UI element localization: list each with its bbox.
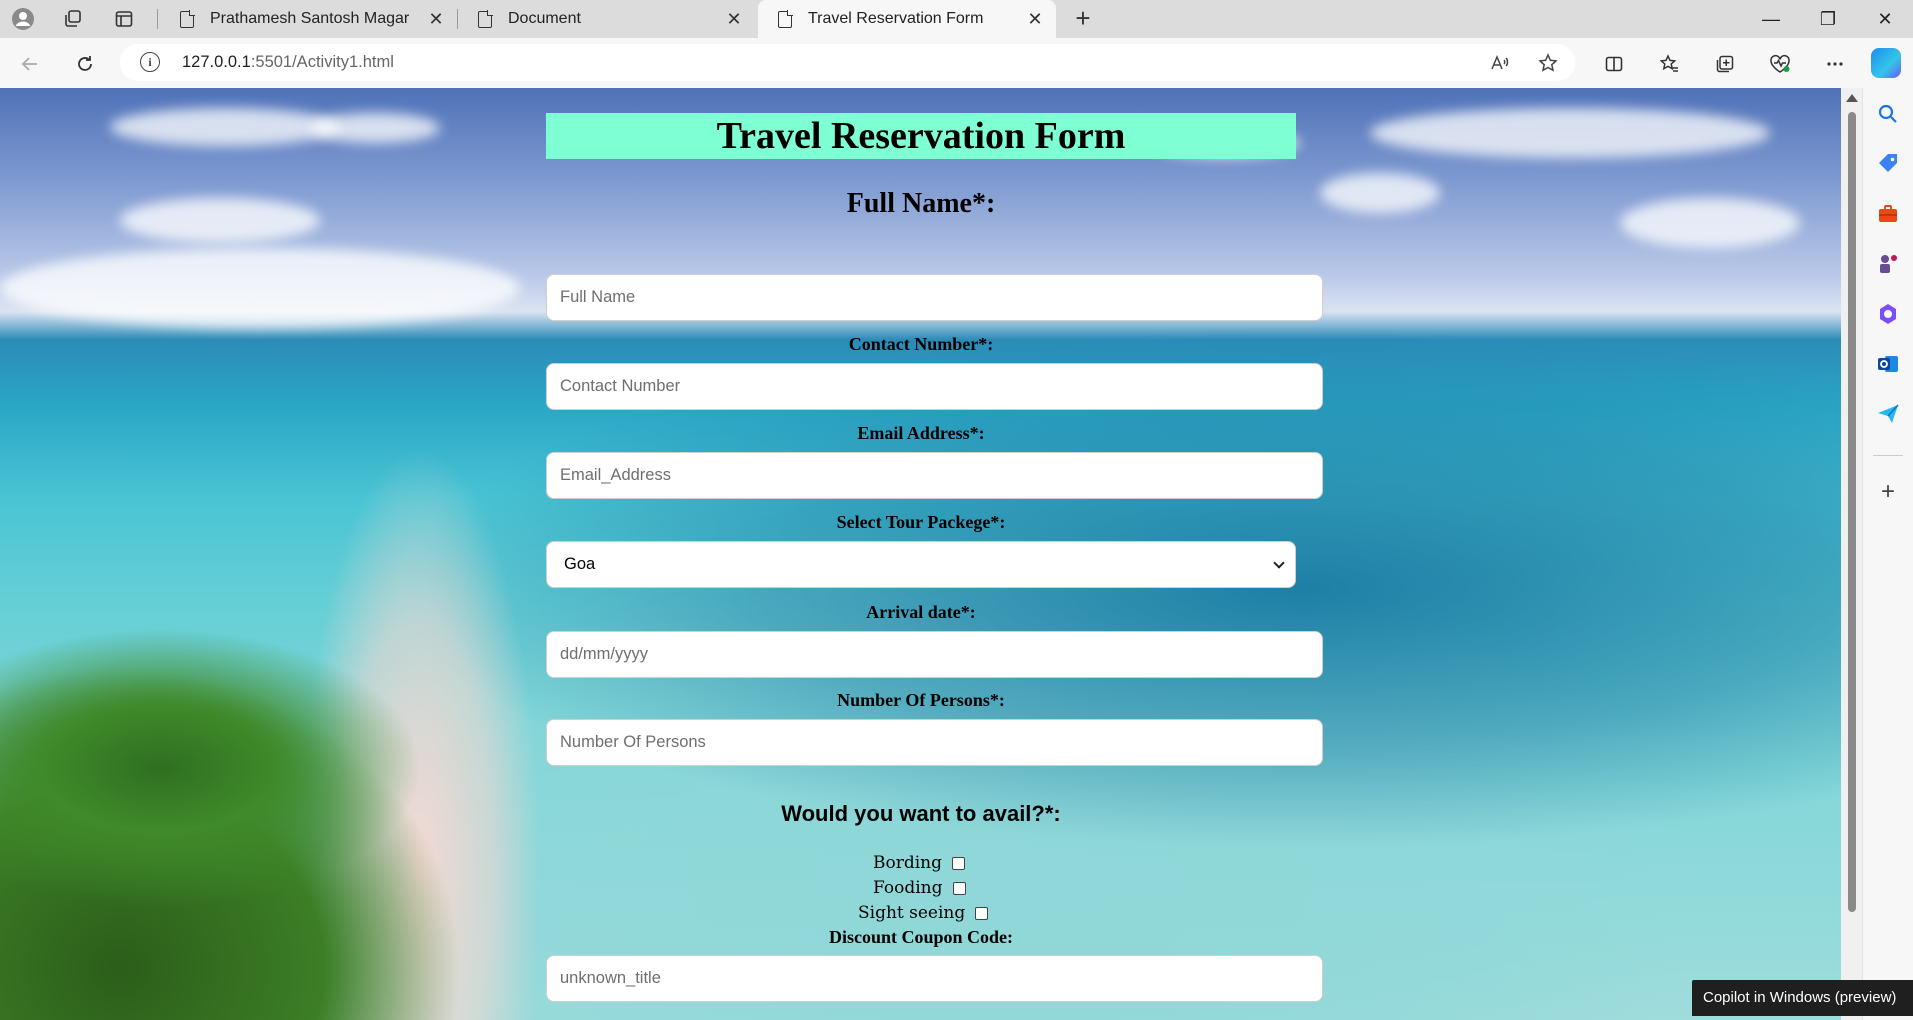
page-scrollbar[interactable] bbox=[1841, 88, 1862, 1020]
maximize-button[interactable]: ❐ bbox=[1800, 0, 1856, 38]
copilot-apps-icon[interactable] bbox=[1876, 302, 1900, 326]
tab-title: Travel Reservation Form bbox=[808, 10, 984, 27]
avail-heading: Would you want to avail?*: bbox=[781, 801, 1061, 826]
tools-briefcase-icon[interactable] bbox=[1876, 202, 1900, 226]
email-label: Email Address*: bbox=[857, 423, 985, 443]
bording-label: Bording bbox=[873, 853, 943, 873]
tab-strip: Prathamesh Santosh Magar ✕ Document ✕ Tr… bbox=[0, 0, 1913, 38]
tab-prathamesh[interactable]: Prathamesh Santosh Magar ✕ bbox=[160, 0, 457, 38]
scroll-thumb[interactable] bbox=[1848, 112, 1856, 912]
outlook-icon[interactable] bbox=[1876, 352, 1900, 376]
page-viewport: Travel Reservation Form Full Name*: Cont… bbox=[0, 88, 1841, 1020]
document-icon bbox=[478, 9, 493, 28]
refresh-icon bbox=[78, 56, 92, 71]
background-cloud bbox=[120, 198, 320, 243]
copilot-icon[interactable] bbox=[1871, 48, 1901, 78]
url-path: :5501/Activity1.html bbox=[250, 53, 394, 71]
bording-option[interactable]: Bording bbox=[873, 852, 966, 874]
tour-package-select[interactable]: Goa bbox=[546, 541, 1296, 588]
address-url[interactable]: 127.0.0.1:5501/Activity1.html bbox=[182, 53, 394, 72]
favorite-star-icon[interactable] bbox=[1535, 50, 1561, 76]
tab-title: Prathamesh Santosh Magar bbox=[210, 10, 410, 27]
scroll-up-arrow-icon[interactable] bbox=[1846, 94, 1858, 102]
browser-essentials-icon[interactable] bbox=[1764, 48, 1796, 80]
refresh-button[interactable] bbox=[69, 48, 101, 80]
back-arrow-icon bbox=[21, 57, 37, 71]
close-tab-icon[interactable]: ✕ bbox=[425, 9, 447, 30]
sidebar-divider bbox=[1873, 455, 1903, 456]
tour-package-value: Goa bbox=[564, 555, 596, 573]
fooding-option[interactable]: Fooding bbox=[873, 877, 966, 899]
sightseeing-option[interactable]: Sight seeing bbox=[858, 902, 989, 924]
tab-title: Document bbox=[508, 10, 581, 27]
tab-document[interactable]: Document ✕ bbox=[458, 0, 755, 38]
favorites-icon[interactable] bbox=[1654, 48, 1686, 80]
copilot-toast[interactable]: Copilot in Windows (preview) bbox=[1692, 980, 1913, 1016]
close-tab-icon[interactable]: ✕ bbox=[1024, 9, 1046, 30]
background-cloud bbox=[1320, 173, 1440, 213]
background-cloud bbox=[310, 113, 440, 143]
contact-number-input[interactable] bbox=[546, 363, 1323, 410]
new-tab-button[interactable]: + bbox=[1068, 4, 1098, 34]
workspaces-icon[interactable] bbox=[59, 6, 87, 32]
document-icon bbox=[778, 9, 793, 28]
edge-sidebar: + bbox=[1862, 88, 1913, 1020]
coupon-label: Discount Coupon Code: bbox=[828, 927, 1014, 947]
fooding-checkbox[interactable] bbox=[952, 881, 966, 895]
form-title: Travel Reservation Form bbox=[546, 113, 1296, 159]
arrival-date-input[interactable] bbox=[546, 631, 1323, 678]
bording-checkbox[interactable] bbox=[952, 856, 966, 870]
games-icon[interactable] bbox=[1876, 252, 1900, 276]
sightseeing-label: Sight seeing bbox=[858, 903, 966, 923]
browser-toolbar: i 127.0.0.1:5501/Activity1.html bbox=[0, 38, 1913, 88]
add-sidebar-app-icon[interactable]: + bbox=[1875, 480, 1901, 506]
background-cloud bbox=[110, 108, 340, 146]
persons-label: Number Of Persons*: bbox=[837, 690, 1005, 710]
drop-send-icon[interactable] bbox=[1876, 402, 1900, 426]
sightseeing-checkbox[interactable] bbox=[975, 906, 989, 920]
split-screen-icon[interactable] bbox=[1598, 48, 1630, 80]
email-input[interactable] bbox=[546, 452, 1323, 499]
site-info-icon[interactable]: i bbox=[140, 52, 160, 72]
close-tab-icon[interactable]: ✕ bbox=[723, 9, 745, 30]
background-cloud bbox=[1620, 198, 1800, 248]
collections-icon[interactable] bbox=[1709, 48, 1741, 80]
tab-travel-reservation[interactable]: Travel Reservation Form ✕ bbox=[758, 0, 1056, 38]
url-host: 127.0.0.1 bbox=[182, 53, 251, 71]
profile-icon[interactable] bbox=[9, 6, 37, 32]
address-bar[interactable]: i 127.0.0.1:5501/Activity1.html bbox=[120, 44, 1575, 81]
tour-package-label: Select Tour Packege*: bbox=[836, 512, 1006, 532]
chevron-down-icon bbox=[1273, 557, 1285, 569]
read-aloud-icon[interactable] bbox=[1486, 50, 1512, 76]
close-window-button[interactable]: ✕ bbox=[1857, 0, 1913, 38]
persons-input[interactable] bbox=[546, 719, 1323, 766]
contact-number-label: Contact Number*: bbox=[848, 334, 994, 354]
minimize-button[interactable]: — bbox=[1743, 0, 1799, 38]
background-cloud bbox=[1370, 108, 1770, 158]
more-options-icon[interactable] bbox=[1819, 48, 1851, 80]
document-icon bbox=[180, 9, 195, 28]
arrival-date-label: Arrival date*: bbox=[866, 602, 976, 622]
fooding-label: Fooding bbox=[873, 878, 943, 898]
shopping-tag-icon[interactable] bbox=[1876, 152, 1900, 176]
full-name-input[interactable] bbox=[546, 274, 1323, 321]
back-button[interactable] bbox=[14, 48, 46, 80]
background-cloud bbox=[0, 248, 520, 328]
coupon-input[interactable] bbox=[546, 955, 1323, 1002]
full-name-label: Full Name*: bbox=[846, 188, 996, 219]
tab-actions-icon[interactable] bbox=[110, 6, 138, 32]
search-icon[interactable] bbox=[1876, 102, 1900, 126]
tab-separator bbox=[157, 9, 158, 29]
